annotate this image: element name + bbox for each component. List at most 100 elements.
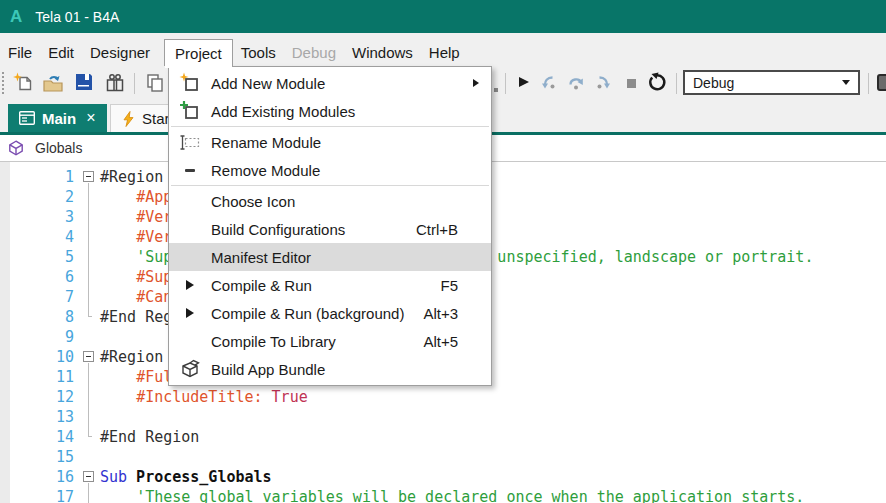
code-line-16[interactable]: 16Sub Process_Globals — [0, 467, 886, 487]
stop-icon[interactable] — [627, 79, 636, 88]
remove-module-icon — [169, 169, 211, 172]
fold-guide-line — [88, 227, 89, 247]
menu-item-rename-module[interactable]: Rename Module — [169, 128, 491, 156]
fold-margin[interactable] — [74, 167, 100, 187]
menu-item-label: Manifest Editor — [211, 249, 491, 266]
code-line-15[interactable]: 15 — [0, 447, 886, 467]
menu-item-add-existing-modules[interactable]: Add Existing Modules — [169, 97, 491, 125]
fold-margin — [74, 207, 100, 227]
collapse-region-icon[interactable] — [83, 471, 94, 482]
line-number: 12 — [0, 388, 74, 406]
menu-item-manifest-editor[interactable]: Manifest Editor — [169, 243, 491, 271]
run-icon[interactable] — [519, 77, 529, 87]
tab-label: Main — [42, 110, 76, 127]
scope-label[interactable]: Globals — [35, 140, 82, 156]
menu-item-label: Build App Bundle — [211, 361, 491, 378]
menu-file[interactable]: File — [0, 39, 40, 66]
restart-icon[interactable] — [646, 72, 668, 98]
code-line-13[interactable]: 13 — [0, 407, 886, 427]
menu-item-add-new-module[interactable]: Add New Module — [169, 69, 491, 97]
line-number: 13 — [0, 408, 74, 426]
fold-guide-line — [88, 267, 89, 287]
menu-bar: File Edit Designer Project Tools Debug Windows… — [0, 33, 886, 66]
save-icon[interactable] — [74, 72, 94, 96]
toolbar-separator — [676, 73, 677, 94]
line-number: 7 — [0, 288, 74, 306]
build-configuration-select[interactable]: Debug — [683, 70, 860, 95]
step-out-icon[interactable] — [594, 73, 614, 97]
fold-margin — [74, 487, 100, 503]
menu-project[interactable]: Project — [164, 39, 233, 66]
menu-item-label: Add Existing Modules — [211, 103, 491, 120]
menu-item-build-app-bundle[interactable]: Build App Bundle — [169, 355, 491, 383]
code-text: Sub Process_Globals — [100, 468, 272, 486]
line-number: 10 — [0, 348, 74, 366]
menu-edit[interactable]: Edit — [40, 39, 82, 66]
menu-tools[interactable]: Tools — [233, 39, 284, 66]
fold-margin — [74, 387, 100, 407]
title-bar: A Tela 01 - B4A — [0, 0, 886, 33]
fold-guide-line — [88, 247, 89, 267]
cube-icon — [8, 140, 24, 156]
menu-item-shortcut: Alt+3 — [423, 305, 491, 322]
fold-guide-line — [88, 387, 89, 407]
fold-guide-line — [88, 367, 89, 387]
fold-margin[interactable] — [74, 347, 100, 367]
toolbar-separator — [134, 73, 135, 94]
collapse-region-icon[interactable] — [83, 171, 94, 182]
menu-item-label: Compile To Library — [211, 333, 423, 350]
toolbar-grip — [2, 72, 4, 94]
line-number: 5 — [0, 248, 74, 266]
menu-item-build-configurations[interactable]: Build ConfigurationsCtrl+B — [169, 215, 491, 243]
libraries-icon[interactable] — [104, 72, 126, 98]
menu-separator — [171, 126, 489, 127]
menu-item-label: Compile & Run (background) — [211, 305, 423, 322]
line-number: 2 — [0, 188, 74, 206]
line-number: 6 — [0, 268, 74, 286]
menu-item-label: Build Configurations — [211, 221, 416, 238]
line-number: 3 — [0, 208, 74, 226]
combo-dropdown-arrow-icon[interactable] — [842, 80, 850, 85]
menu-help[interactable]: Help — [421, 39, 468, 66]
menu-label: Edit — [48, 44, 74, 61]
menu-item-shortcut: F5 — [440, 277, 491, 294]
menu-item-compile-run[interactable]: Compile & RunF5 — [169, 271, 491, 299]
open-project-icon[interactable] — [42, 72, 65, 98]
code-text: #End Region — [100, 428, 199, 446]
code-text: 'These global variables will be declared… — [100, 488, 804, 503]
menu-item-compile-run-background-[interactable]: Compile & Run (background)Alt+3 — [169, 299, 491, 327]
menu-item-choose-icon[interactable]: Choose Icon — [169, 187, 491, 215]
code-text: #IncludeTitle: True — [100, 388, 308, 406]
menu-label: Designer — [90, 44, 150, 61]
play-icon — [169, 280, 211, 290]
tab-close-icon[interactable]: × — [86, 109, 95, 127]
menu-designer[interactable]: Designer — [82, 39, 158, 66]
menu-item-compile-to-library[interactable]: Compile To LibraryAlt+5 — [169, 327, 491, 355]
code-line-14[interactable]: 14#End Region — [0, 427, 886, 447]
menu-windows[interactable]: Windows — [344, 39, 421, 66]
fold-margin — [74, 307, 100, 327]
menu-label: Project — [175, 45, 222, 62]
code-line-17[interactable]: 17 'These global variables will be decla… — [0, 487, 886, 503]
menu-item-label: Remove Module — [211, 162, 491, 179]
step-into-icon[interactable] — [538, 73, 558, 97]
app-bundle-icon — [169, 358, 211, 380]
menu-debug[interactable]: Debug — [284, 39, 344, 66]
fold-guide-line — [88, 207, 89, 227]
collapse-region-icon[interactable] — [83, 351, 94, 362]
menu-separator — [171, 185, 489, 186]
code-line-12[interactable]: 12 #IncludeTitle: True — [0, 387, 886, 407]
menu-label: Debug — [292, 44, 336, 61]
tab-main[interactable]: Main × — [8, 104, 107, 132]
fold-margin — [74, 427, 100, 447]
line-number: 15 — [0, 448, 74, 466]
menu-item-remove-module[interactable]: Remove Module — [169, 156, 491, 184]
fold-margin[interactable] — [74, 467, 100, 487]
copy-icon[interactable] — [144, 72, 166, 98]
step-over-icon[interactable] — [566, 73, 586, 97]
line-number: 1 — [0, 168, 74, 186]
fold-margin — [74, 367, 100, 387]
menu-item-label: Add New Module — [211, 75, 491, 92]
fold-guide-line — [88, 487, 89, 503]
new-project-icon[interactable] — [12, 72, 34, 98]
